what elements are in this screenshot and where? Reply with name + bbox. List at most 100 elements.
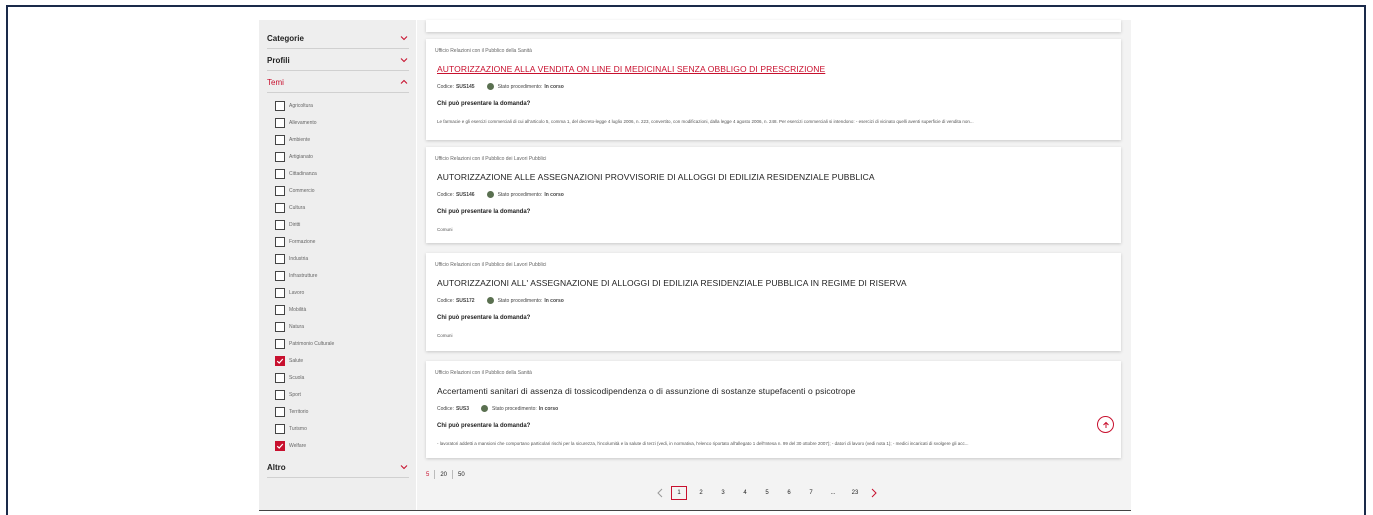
- question-heading: Chi può presentare la domanda?: [437, 423, 531, 429]
- theme-checkbox[interactable]: [275, 441, 285, 451]
- status-value: In corso: [544, 191, 564, 198]
- result-title-link[interactable]: AUTORIZZAZIONE ALLE ASSEGNAZIONI PROVVIS…: [437, 172, 875, 182]
- theme-checkbox[interactable]: [275, 118, 285, 128]
- page-button-5[interactable]: 5: [759, 486, 775, 500]
- theme-checkbox-row[interactable]: Commercio: [275, 185, 315, 197]
- theme-checkbox-row[interactable]: Formazione: [275, 236, 315, 248]
- page-button-6[interactable]: 6: [781, 486, 797, 500]
- theme-checkbox[interactable]: [275, 373, 285, 383]
- chevron-down-icon: [399, 462, 409, 472]
- page-button-1[interactable]: 1: [671, 486, 687, 500]
- theme-checkbox-row[interactable]: Diritti: [275, 219, 300, 231]
- theme-checkbox[interactable]: [275, 390, 285, 400]
- theme-checkbox[interactable]: [275, 305, 285, 315]
- theme-checkbox-row[interactable]: Sport: [275, 389, 301, 401]
- chevron-down-icon: [399, 33, 409, 43]
- theme-checkbox[interactable]: [275, 169, 285, 179]
- per-page-option-20[interactable]: 20: [440, 472, 447, 478]
- theme-label: Cultura: [289, 205, 306, 211]
- theme-checkbox-row[interactable]: Patrimonio Culturale: [275, 338, 334, 350]
- code-value: SUS146: [455, 191, 475, 198]
- theme-checkbox[interactable]: [275, 254, 285, 264]
- page-button-4[interactable]: 4: [737, 486, 753, 500]
- theme-checkbox[interactable]: [275, 407, 285, 417]
- theme-checkbox-row[interactable]: Cittadinanza: [275, 168, 317, 180]
- page-button-2[interactable]: 2: [693, 486, 709, 500]
- theme-checkbox-row[interactable]: Agricoltura: [275, 100, 313, 112]
- filter-section-temi[interactable]: Temi: [267, 72, 409, 93]
- theme-label: Mobilità: [289, 307, 307, 313]
- theme-checkbox[interactable]: [275, 237, 285, 247]
- result-card-partial: [426, 20, 1121, 32]
- theme-checkbox-row[interactable]: Allevamento: [275, 117, 317, 129]
- theme-checkbox[interactable]: [275, 203, 285, 213]
- theme-checkbox-row[interactable]: Cultura: [275, 202, 305, 214]
- result-meta: Codice: SUS146 Stato procedimento: In co…: [437, 191, 564, 198]
- filter-section-categorie[interactable]: Categorie: [267, 28, 409, 49]
- page-button-23[interactable]: 23: [847, 486, 863, 500]
- theme-checkbox[interactable]: [275, 356, 285, 366]
- per-page-option-5[interactable]: 5: [426, 472, 429, 478]
- theme-checkbox-row[interactable]: Infrastrutture: [275, 270, 317, 282]
- chevron-down-icon: [399, 55, 409, 65]
- status-label: Stato procedimento:: [497, 191, 543, 198]
- theme-checkbox[interactable]: [275, 135, 285, 145]
- code-label: Codice:: [437, 405, 454, 412]
- result-meta: Codice: SUS145 Stato procedimento: In co…: [437, 83, 564, 90]
- theme-label: Lavoro: [289, 290, 305, 296]
- answer-text: - lavoratori addetti a mansioni che comp…: [437, 441, 969, 446]
- theme-checkbox-row[interactable]: Mobilità: [275, 304, 306, 316]
- answer-text: Comuni: [437, 227, 453, 232]
- theme-checkbox-row[interactable]: Natura: [275, 321, 304, 333]
- code-label: Codice:: [437, 297, 454, 304]
- theme-checkbox[interactable]: [275, 424, 285, 434]
- section-label: Altro: [267, 462, 286, 472]
- code-value: SUS172: [455, 297, 475, 304]
- next-page-button[interactable]: [869, 486, 879, 500]
- scroll-to-top-button[interactable]: [1097, 416, 1114, 433]
- theme-checkbox[interactable]: [275, 288, 285, 298]
- check-icon: [276, 443, 284, 449]
- section-label: Profili: [267, 55, 290, 65]
- theme-checkbox[interactable]: [275, 152, 285, 162]
- pagination: 1 2 3 4 5 6 7 ... 23: [655, 486, 885, 500]
- question-heading: Chi può presentare la domanda?: [437, 101, 531, 107]
- result-title-link[interactable]: AUTORIZZAZIONI ALL' ASSEGNAZIONE DI ALLO…: [437, 278, 907, 288]
- theme-checkbox[interactable]: [275, 339, 285, 349]
- section-label: Categorie: [267, 33, 304, 43]
- divider: [434, 470, 436, 479]
- result-card: Ufficio Relazioni con il Pubblico dei La…: [426, 253, 1121, 351]
- page-button-7[interactable]: 7: [803, 486, 819, 500]
- theme-label: Territorio: [289, 409, 309, 415]
- result-meta: Codice: SUS172 Stato procedimento: In co…: [437, 297, 564, 304]
- theme-checkbox-row[interactable]: Welfare: [275, 440, 306, 452]
- theme-checkbox[interactable]: [275, 101, 285, 111]
- page-button-3[interactable]: 3: [715, 486, 731, 500]
- theme-checkbox[interactable]: [275, 322, 285, 332]
- theme-checkbox-row[interactable]: Artigianato: [275, 151, 313, 163]
- theme-checkbox-row[interactable]: Scuola: [275, 372, 304, 384]
- theme-checkbox-row[interactable]: Industria: [275, 253, 308, 265]
- filter-section-profili[interactable]: Profili: [267, 50, 409, 71]
- filter-section-altro[interactable]: Altro: [267, 457, 409, 478]
- theme-checkbox[interactable]: [275, 220, 285, 230]
- theme-label: Formazione: [289, 239, 316, 245]
- previous-page-button[interactable]: [655, 486, 665, 500]
- result-title-link[interactable]: Accertamenti sanitari di assenza di toss…: [437, 386, 855, 396]
- answer-text: Le farmacie e gli esercizi commerciali d…: [437, 119, 974, 124]
- per-page-option-50[interactable]: 50: [458, 472, 465, 478]
- page-ellipsis: ...: [830, 490, 836, 496]
- theme-checkbox[interactable]: [275, 186, 285, 196]
- theme-checkbox-row[interactable]: Territorio: [275, 406, 308, 418]
- theme-checkbox[interactable]: [275, 271, 285, 281]
- theme-label: Turismo: [289, 426, 307, 432]
- theme-label: Infrastrutture: [289, 273, 318, 279]
- result-title-link[interactable]: AUTORIZZAZIONE ALLA VENDITA ON LINE DI M…: [437, 64, 825, 74]
- theme-label: Cittadinanza: [289, 171, 317, 177]
- theme-checkbox-row[interactable]: Lavoro: [275, 287, 304, 299]
- results-per-page: 5 20 50: [426, 470, 465, 479]
- theme-checkbox-row[interactable]: Ambiente: [275, 134, 310, 146]
- result-card: Ufficio Relazioni con il Pubblico della …: [426, 39, 1121, 140]
- theme-checkbox-row[interactable]: Turismo: [275, 423, 307, 435]
- theme-checkbox-row[interactable]: Salute: [275, 355, 303, 367]
